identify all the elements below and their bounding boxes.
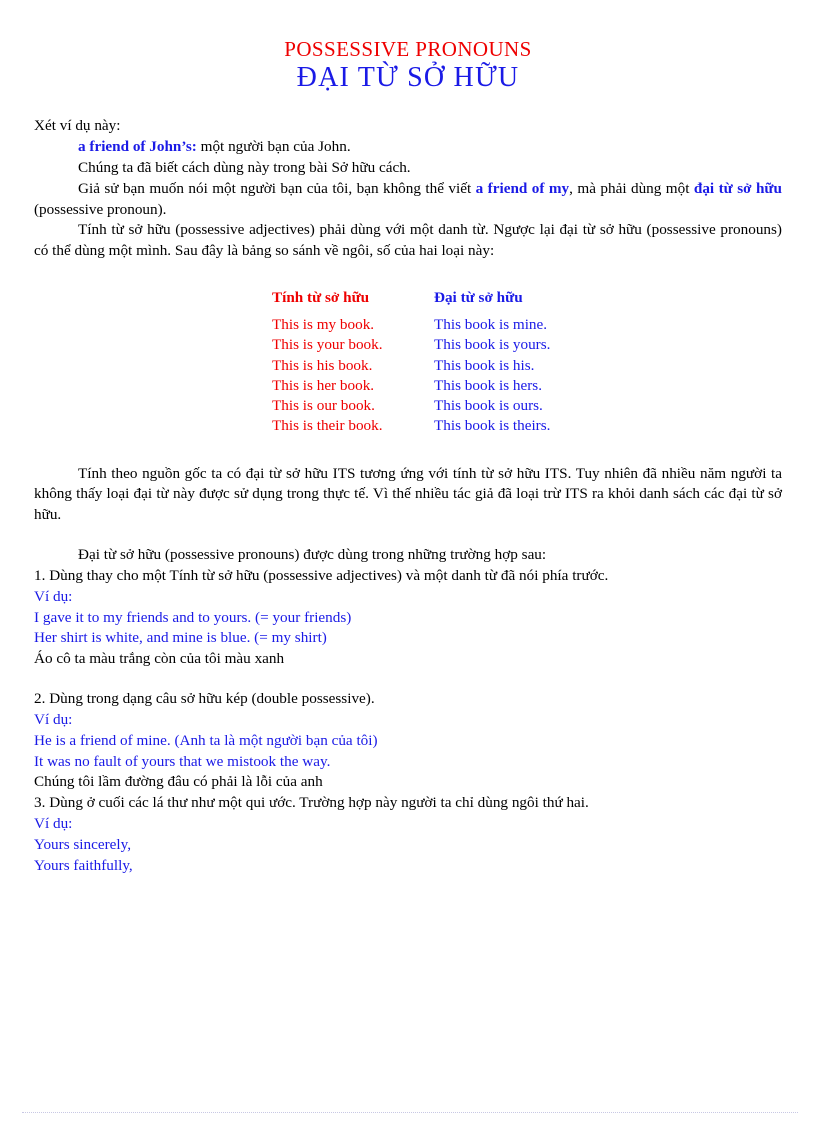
term-dai-tu-so-huu: đại từ sở hữu [693, 179, 782, 197]
adjective-cell: This is his book. [272, 356, 373, 374]
its-note-paragraph: Tính theo nguồn gốc ta có đại từ sở hữu … [34, 464, 782, 526]
usage-item-2-rule: 2. Dùng trong dạng câu sở hữu kép (doubl… [34, 690, 375, 708]
usage-item-2-translation: Chúng tôi lầm đường đâu có phải là lỗi c… [34, 773, 323, 791]
pronoun-cell: This book is yours. [434, 336, 551, 354]
intro-line-4: Giả sử bạn muốn nói một người bạn của tô… [34, 179, 782, 221]
intro-paragraph-2-text: Tính từ sở hữu (possessive adjectives) p… [34, 221, 782, 260]
table-row: This is your book. This book is yours. [272, 335, 550, 355]
pronoun-cell: This book is ours. [434, 397, 543, 415]
intro-line-4-part-c: (possessive pronoun). [34, 200, 167, 218]
usage-item-1-example-1: I gave it to my friends and to yours. (=… [34, 608, 352, 626]
usage-item-3-vidu-label: Ví dụ: [34, 814, 73, 832]
page-title-english: POSSESSIVE PRONOUNS [284, 37, 532, 61]
usage-item-2-example-1: He is a friend of mine. (Anh ta là một n… [34, 731, 378, 749]
usage-item-3-example-1: Yours sincerely, [34, 835, 132, 853]
intro-paragraph-2: Tính từ sở hữu (possessive adjectives) p… [34, 220, 782, 262]
comparison-table-body: Tính từ sở hữu Đại từ sở hữu This is my … [272, 288, 550, 437]
column-header-possessive-adjectives: Tính từ sở hữu [272, 289, 370, 307]
page-title-vietnamese: ĐẠI TỪ SỞ HỮU [296, 62, 520, 94]
usage-item-1-vidu-label: Ví dụ: [34, 587, 73, 605]
column-header-possessive-pronouns: Đại từ sở hữu [434, 289, 523, 307]
table-row: This is her book. This book is hers. [272, 376, 550, 396]
usage-item-3-rule: 3. Dùng ở cuối các lá thư như một qui ướ… [34, 794, 589, 812]
pronoun-cell: This book is theirs. [434, 417, 551, 435]
comparison-table: Tính từ sở hữu Đại từ sở hữu This is my … [272, 288, 550, 437]
usage-lead-text: Đại từ sở hữu (possessive pronouns) được… [78, 546, 547, 564]
its-note-text: Tính theo nguồn gốc ta có đại từ sở hữu … [34, 464, 782, 524]
pronoun-cell: This book is hers. [434, 376, 542, 394]
table-row: This is their book. This book is theirs. [272, 416, 550, 436]
intro-section: Xét ví dụ này: a friend of John’s: một n… [34, 116, 782, 262]
adjective-cell: This is your book. [272, 336, 383, 354]
table-row: This is my book. This book is mine. [272, 315, 550, 335]
usage-lead-line: Đại từ sở hữu (possessive pronouns) được… [34, 545, 782, 566]
adjective-cell: This is our book. [272, 397, 375, 415]
intro-line-2: a friend of John’s: một người bạn của Jo… [34, 137, 782, 158]
adjective-cell: This is my book. [272, 316, 375, 334]
usage-item-1-translation: Áo cô ta màu trắng còn của tôi màu xanh [34, 650, 285, 668]
table-row: This is his book. This book is his. [272, 356, 550, 376]
usage-item-1-example-2: Her shirt is white, and mine is blue. (=… [34, 629, 327, 647]
usage-item-2-vidu-label: Ví dụ: [34, 710, 73, 728]
usage-item-2-example-2: It was no fault of yours that we mistook… [34, 752, 331, 770]
pronoun-cell: This book is his. [434, 356, 535, 374]
usage-item-3-example-2: Yours faithfully, [34, 856, 133, 874]
example-john-gloss: một người bạn của John. [196, 138, 351, 156]
intro-line-4-part-b: , mà phải dùng một [569, 179, 694, 197]
usage-item-1-rule: 1. Dùng thay cho một Tính từ sở hữu (pos… [34, 566, 609, 584]
adjective-cell: This is their book. [272, 417, 383, 435]
footer-dotted-rule [22, 1112, 798, 1113]
adjective-cell: This is her book. [272, 376, 375, 394]
page-content: POSSESSIVE PRONOUNS ĐẠI TỪ SỞ HỮU Xét ví… [34, 0, 782, 876]
example-a-friend-of-my: a friend of my [475, 179, 570, 197]
usage-section: Đại từ sở hữu (possessive pronouns) được… [34, 545, 782, 876]
document-page: POSSESSIVE PRONOUNS ĐẠI TỪ SỞ HỮU Xét ví… [0, 0, 816, 1123]
pronoun-cell: This book is mine. [434, 316, 548, 334]
table-row: This is our book. This book is ours. [272, 396, 550, 416]
intro-line-3: Chúng ta đã biết cách dùng này trong bài… [34, 158, 782, 179]
intro-line-4-part-a: Giả sử bạn muốn nói một người bạn của tô… [78, 179, 476, 197]
intro-line-3-text: Chúng ta đã biết cách dùng này trong bài… [78, 158, 411, 176]
table-header-row: Tính từ sở hữu Đại từ sở hữu [272, 288, 550, 315]
example-john-phrase: a friend of John’s: [78, 138, 197, 156]
title-block: POSSESSIVE PRONOUNS ĐẠI TỪ SỞ HỮU [34, 38, 782, 94]
its-note-section: Tính theo nguồn gốc ta có đại từ sở hữu … [34, 464, 782, 526]
intro-line-1: Xét ví dụ này: [34, 117, 121, 135]
